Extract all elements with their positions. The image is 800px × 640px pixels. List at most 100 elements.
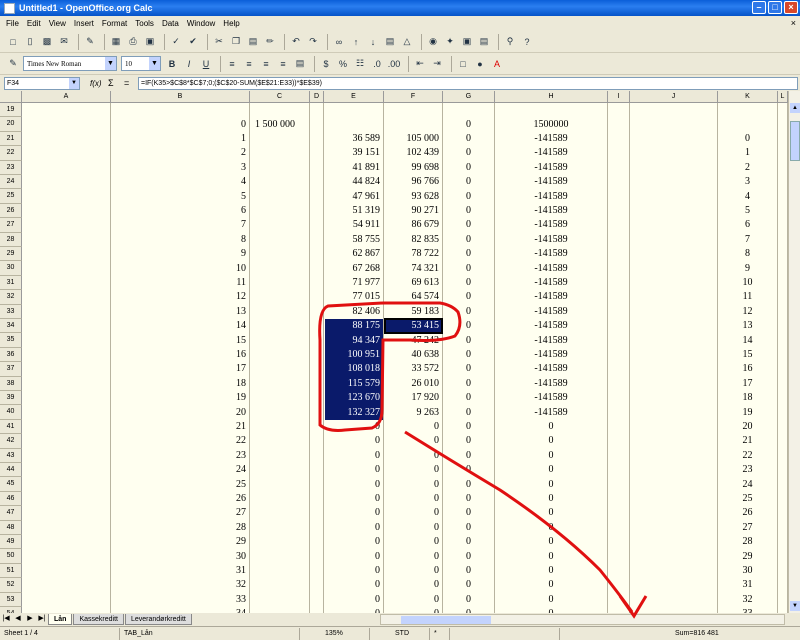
new-document-icon[interactable]: □ [6, 35, 20, 49]
row-header[interactable]: 53 [0, 592, 22, 607]
minimize-button[interactable]: – [752, 1, 766, 14]
cell-g45[interactable]: 0 [443, 478, 494, 492]
cell-b34[interactable]: 14 [111, 319, 246, 333]
cell-g30[interactable]: 0 [443, 262, 494, 276]
cell-f29[interactable]: 78 722 [384, 247, 440, 261]
cell-b48[interactable]: 28 [111, 521, 246, 535]
open-folder-icon[interactable]: ▯ [23, 35, 37, 49]
row-header[interactable]: 52 [0, 578, 22, 593]
hyperlink-icon[interactable]: ∞ [332, 35, 346, 49]
cell-g53[interactable]: 0 [443, 593, 494, 607]
cell-c25[interactable] [240, 190, 310, 204]
cell-f48[interactable]: 0 [384, 521, 439, 535]
redo-icon[interactable]: ↷ [306, 35, 320, 49]
tab-kassekreditt[interactable]: Kassekreditt [73, 614, 124, 625]
cell-b29[interactable]: 9 [111, 247, 246, 261]
cell-h27[interactable]: -141589 [495, 218, 607, 232]
cell-g22[interactable]: 0 [443, 146, 494, 160]
cell-f50[interactable]: 0 [384, 550, 439, 564]
cell-c31[interactable] [240, 276, 310, 290]
chevron-down-icon[interactable]: ▼ [69, 77, 79, 89]
cell-f49[interactable]: 0 [384, 535, 439, 549]
scroll-thumb[interactable] [790, 121, 800, 161]
row-header[interactable]: 36 [0, 347, 22, 363]
merge-cells-icon[interactable]: ▤ [293, 57, 307, 71]
cell-e53[interactable]: 0 [324, 593, 380, 607]
cell-f31[interactable]: 69 613 [384, 276, 440, 290]
column-header[interactable]: C [250, 91, 310, 103]
cell-h41[interactable]: 0 [495, 420, 607, 434]
row-header[interactable]: 44 [0, 463, 22, 478]
cell-h29[interactable]: -141589 [495, 247, 607, 261]
cell-c19[interactable] [240, 103, 310, 117]
row-header[interactable]: 19 [0, 103, 22, 118]
cell-c38[interactable] [240, 377, 310, 391]
cell-b37[interactable]: 17 [111, 362, 246, 376]
gallery-icon[interactable]: ▣ [460, 35, 474, 49]
next-sheet-icon[interactable]: ▶ [24, 614, 36, 625]
cell-g21[interactable]: 0 [443, 132, 494, 146]
cell-k23[interactable]: 2 [718, 161, 777, 175]
cell-c48[interactable] [240, 521, 310, 535]
cell-k35[interactable]: 14 [718, 334, 777, 348]
format-paintbrush-icon[interactable]: ✏ [263, 35, 277, 49]
cell-k47[interactable]: 26 [718, 506, 777, 520]
row-header[interactable]: 35 [0, 333, 22, 348]
cell-b39[interactable]: 19 [111, 391, 246, 405]
function-icon[interactable]: = [124, 78, 136, 88]
cell-g23[interactable]: 0 [443, 161, 494, 175]
show-draw-functions-icon[interactable]: △ [400, 35, 414, 49]
menu-format[interactable]: Format [98, 19, 131, 28]
cell-b31[interactable]: 11 [111, 276, 246, 290]
cell-c36[interactable] [240, 348, 310, 362]
font-color-icon[interactable]: A [490, 57, 504, 71]
close-button[interactable]: × [784, 1, 798, 14]
menu-insert[interactable]: Insert [70, 19, 98, 28]
cell-k45[interactable]: 24 [718, 478, 777, 492]
scroll-up-icon[interactable]: ▲ [790, 103, 800, 113]
cell-c51[interactable] [240, 564, 310, 578]
cell-k26[interactable]: 5 [718, 204, 777, 218]
cell-k24[interactable]: 3 [718, 175, 777, 189]
cell-h34[interactable]: -141589 [495, 319, 607, 333]
cell-e29[interactable]: 62 867 [324, 247, 381, 261]
cell-h19[interactable] [495, 103, 607, 117]
row-header[interactable]: 32 [0, 290, 22, 305]
delete-decimal-icon[interactable]: .00 [387, 57, 401, 71]
cell-c53[interactable] [240, 593, 310, 607]
cell-b46[interactable]: 26 [111, 492, 246, 506]
cell-g26[interactable]: 0 [443, 204, 494, 218]
cell-c49[interactable] [240, 535, 310, 549]
percent-format-icon[interactable]: % [336, 57, 350, 71]
cell-c35[interactable] [240, 334, 310, 348]
cell-h50[interactable]: 0 [495, 550, 607, 564]
cell-k19[interactable] [718, 103, 777, 117]
cell-h51[interactable]: 0 [495, 564, 607, 578]
cell-k27[interactable]: 6 [718, 218, 777, 232]
row-header[interactable]: 30 [0, 261, 22, 276]
cell-k38[interactable]: 17 [718, 377, 777, 391]
row-header[interactable]: 41 [0, 419, 22, 435]
cell-f35[interactable]: 47 242 [384, 334, 440, 348]
row-header[interactable]: 27 [0, 218, 22, 233]
cell-c23[interactable] [240, 161, 310, 175]
cell-c30[interactable] [240, 262, 310, 276]
cell-f47[interactable]: 0 [384, 506, 439, 520]
cell-e22[interactable]: 39 151 [324, 146, 381, 160]
scroll-thumb[interactable] [401, 616, 491, 624]
cell-e51[interactable]: 0 [324, 564, 380, 578]
maximize-button[interactable]: □ [768, 1, 782, 14]
cell-k40[interactable]: 19 [718, 406, 777, 420]
cell-b30[interactable]: 10 [111, 262, 246, 276]
cell-h53[interactable]: 0 [495, 593, 607, 607]
cell-g49[interactable]: 0 [443, 535, 494, 549]
cell-b35[interactable]: 15 [111, 334, 246, 348]
cell-b42[interactable]: 22 [111, 434, 246, 448]
cell-k22[interactable]: 1 [718, 146, 777, 160]
save-icon[interactable]: ▩ [40, 35, 54, 49]
align-center-icon[interactable]: ≡ [242, 57, 256, 71]
cell-e35[interactable]: 94 347 [324, 334, 381, 348]
column-header[interactable]: A [22, 91, 111, 103]
cell-c44[interactable] [240, 463, 310, 477]
cell-h43[interactable]: 0 [495, 449, 607, 463]
